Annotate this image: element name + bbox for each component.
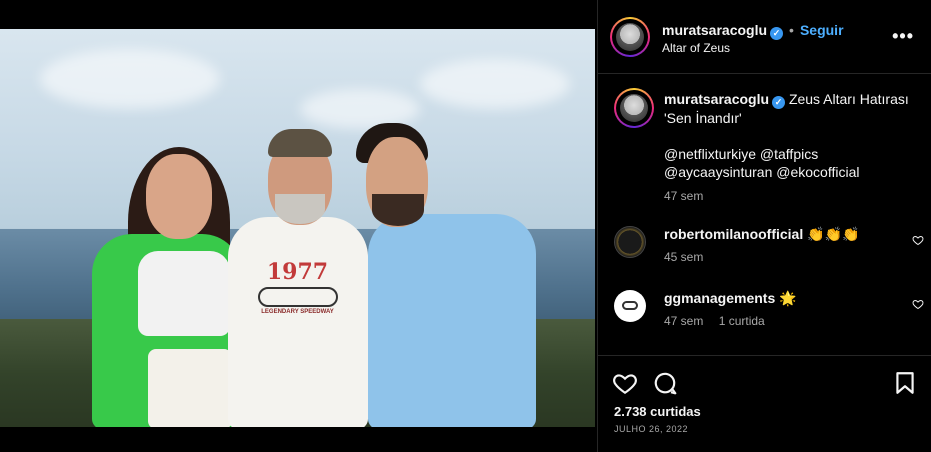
comment-item: robertomilanoofficial 👏👏👏 45 sem [614, 226, 924, 270]
post-header: muratsaracoglu ✓ • Seguir Altar of Zeus ••• [598, 0, 931, 74]
commenter-avatar[interactable] [614, 290, 646, 322]
verified-icon: ✓ [770, 27, 784, 40]
comment-item: ggmanagements 🌟 47 sem 1 curtida [614, 290, 924, 334]
comment-username[interactable]: ggmanagements [664, 290, 775, 306]
post-modal: 1977 LEGENDARY SPEEDWAY muratsaracoglu ✓ •… [0, 0, 931, 452]
like-heart-icon[interactable] [612, 370, 638, 396]
heart-icon[interactable] [912, 234, 924, 246]
post-sidebar: muratsaracoglu ✓ • Seguir Altar of Zeus •••… [597, 0, 931, 452]
post-date[interactable]: JULHO 26, 2022 [614, 424, 688, 434]
comment-icon[interactable] [652, 370, 678, 396]
comment-username[interactable]: robertomilanoofficial [664, 226, 803, 242]
post-location[interactable]: Altar of Zeus [662, 41, 730, 55]
comment-text: 🌟 [779, 290, 797, 306]
follow-button[interactable]: Seguir [800, 22, 844, 38]
caption-tags-1[interactable]: @netflixturkiye @taffpics [664, 145, 924, 163]
commenter-avatar[interactable] [614, 226, 646, 258]
more-icon[interactable]: ••• [892, 26, 914, 47]
comment-time[interactable]: 45 sem [664, 250, 703, 264]
caption-avatar[interactable] [614, 88, 654, 128]
verified-icon: ✓ [772, 96, 786, 109]
author-username[interactable]: muratsaracoglu [662, 22, 767, 38]
post-image[interactable]: 1977 LEGENDARY SPEEDWAY [0, 29, 595, 427]
caption-line-1: Zeus Altarı Hatırası [788, 91, 909, 107]
author-avatar[interactable] [610, 17, 650, 57]
caption-tags-2[interactable]: @aycaaysinturan @ekocofficial [664, 163, 924, 181]
separator-dot: • [789, 22, 794, 38]
caption-username[interactable]: muratsaracoglu [664, 91, 769, 107]
caption-time[interactable]: 47 sem [664, 187, 924, 205]
caption-line-2: 'Sen İnandır' [664, 110, 742, 126]
tshirt-print: 1977 LEGENDARY SPEEDWAY [250, 259, 345, 319]
heart-icon[interactable] [912, 298, 924, 310]
post-actions: 2.738 curtidas JULHO 26, 2022 [598, 355, 931, 452]
likes-count[interactable]: 2.738 curtidas [614, 404, 701, 419]
comment-text: 👏👏👏 [807, 226, 860, 242]
comment-time[interactable]: 47 sem [664, 314, 703, 328]
comment-likes[interactable]: 1 curtida [719, 314, 765, 328]
bookmark-icon[interactable] [892, 370, 918, 396]
